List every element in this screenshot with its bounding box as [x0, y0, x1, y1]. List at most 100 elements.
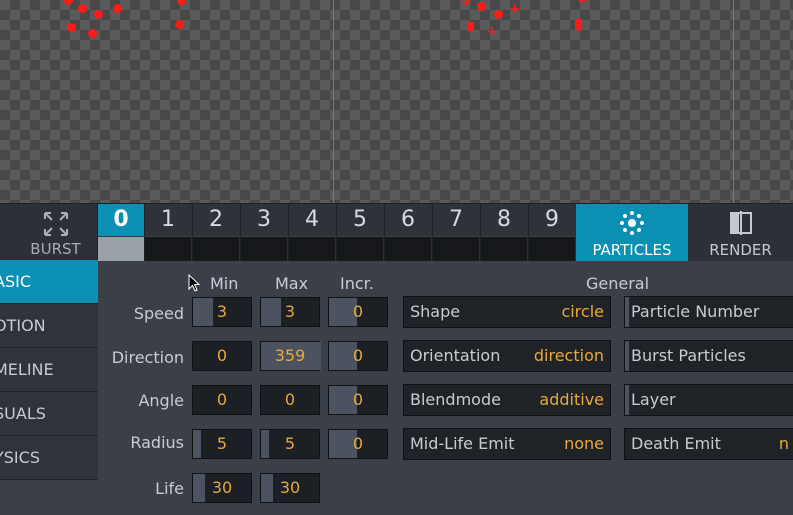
emitter-tab-4[interactable]: 4 — [288, 204, 335, 261]
particle — [467, 22, 474, 31]
emitter-number: 3 — [241, 204, 287, 236]
particle — [494, 10, 503, 19]
emitter-tab-0[interactable]: 0 — [97, 204, 144, 261]
row-label-life: Life — [155, 479, 184, 498]
column-header-max: Max — [275, 274, 309, 293]
orientation-value: direction — [533, 346, 604, 365]
emitter-number: 0 — [98, 204, 144, 236]
particle: + — [509, 1, 521, 17]
emitter-tab-2[interactable]: 2 — [192, 204, 239, 261]
direction-min-field[interactable]: 0 — [192, 341, 252, 371]
emitter-strip — [98, 236, 144, 261]
emitter-strip — [433, 236, 479, 261]
radius-max-field[interactable]: 5 — [260, 429, 320, 459]
emitter-tab-5[interactable]: 5 — [336, 204, 383, 261]
direction-incr-value: 0 — [352, 346, 364, 365]
tab-particles[interactable]: PARTICLES — [576, 204, 688, 261]
emitter-number: 4 — [289, 204, 335, 236]
particle — [88, 29, 97, 38]
category-sidebar: ASIC OTION MELINE SUALS YSICS — [0, 260, 98, 480]
speed-incr-field[interactable]: 0 — [328, 297, 388, 327]
emitter-tab-9[interactable]: 9 — [528, 204, 575, 261]
direction-incr-field[interactable]: 0 — [328, 341, 388, 371]
emitter-tab-3[interactable]: 3 — [240, 204, 287, 261]
particle — [67, 23, 76, 32]
general-header: General — [586, 274, 650, 293]
sidebar-item-physics[interactable]: YSICS — [0, 436, 98, 480]
sidebar-item-visuals[interactable]: SUALS — [0, 392, 98, 436]
render-icon — [729, 211, 752, 235]
blendmode-value: additive — [539, 390, 604, 409]
emitter-number: 8 — [481, 204, 527, 236]
emitter-number: 2 — [193, 204, 239, 236]
radius-incr-field[interactable]: 0 — [328, 429, 388, 459]
sidebar-item-basic[interactable]: ASIC — [0, 260, 98, 304]
row-label-direction: Direction — [111, 348, 184, 367]
column-header-min: Min — [210, 274, 239, 293]
emitter-tab-1[interactable]: 1 — [144, 204, 191, 261]
life-max-value: 30 — [279, 478, 301, 497]
radius-min-value: 5 — [216, 434, 228, 453]
emitter-tab-6[interactable]: 6 — [384, 204, 431, 261]
angle-max-field[interactable]: 0 — [260, 385, 320, 415]
emitter-strip — [529, 236, 575, 261]
emitter-strip — [337, 236, 383, 261]
direction-min-value: 0 — [216, 346, 228, 365]
speed-min-field[interactable]: 3 — [192, 297, 252, 327]
particle-number-label: Particle Number — [631, 302, 760, 321]
angle-incr-field[interactable]: 0 — [328, 385, 388, 415]
emitter-toolbar: BURST 0 1 2 3 4 5 6 7 8 9 PARTICLES REND… — [0, 203, 793, 261]
life-max-field[interactable]: 30 — [260, 473, 320, 503]
blendmode-label: Blendmode — [410, 390, 501, 409]
speed-max-field[interactable]: 3 — [260, 297, 320, 327]
mid-life-emit-select[interactable]: Mid-Life Emit none — [403, 428, 611, 460]
radius-min-field[interactable]: 5 — [192, 429, 252, 459]
emitter-number: 6 — [385, 204, 431, 236]
particles-label: PARTICLES — [592, 241, 672, 259]
divider-line — [333, 0, 334, 203]
particle — [64, 0, 73, 5]
orientation-select[interactable]: Orientation direction — [403, 340, 611, 372]
particles-icon — [620, 211, 644, 235]
sidebar-item-timeline[interactable]: MELINE — [0, 348, 98, 392]
particle — [175, 20, 184, 29]
tab-render[interactable]: RENDER — [688, 204, 793, 261]
particle — [477, 2, 486, 11]
particle: + — [461, 0, 473, 10]
emitter-strip — [289, 236, 335, 261]
angle-min-field[interactable]: 0 — [192, 385, 252, 415]
preview-canvas[interactable]: + + + — [0, 0, 793, 203]
render-label: RENDER — [709, 241, 772, 259]
emitter-strip — [481, 236, 527, 261]
sidebar-item-motion[interactable]: OTION — [0, 304, 98, 348]
blendmode-select[interactable]: Blendmode additive — [403, 384, 611, 416]
layer-label: Layer — [631, 390, 676, 409]
emitter-strip — [145, 236, 191, 261]
burst-button[interactable]: BURST — [14, 204, 97, 261]
layer-field[interactable]: Layer — [624, 384, 793, 416]
row-label-angle: Angle — [138, 391, 184, 410]
angle-min-value: 0 — [216, 390, 228, 409]
particle — [78, 4, 87, 13]
particle — [579, 0, 586, 2]
direction-max-field[interactable]: 359 — [260, 341, 321, 371]
emitter-number: 1 — [145, 204, 191, 236]
particle-number-field[interactable]: Particle Number — [624, 296, 793, 328]
column-header-incr: Incr. — [340, 274, 374, 293]
mid-life-emit-label: Mid-Life Emit — [410, 434, 515, 453]
emitter-number: 5 — [337, 204, 383, 236]
burst-particles-label: Burst Particles — [631, 346, 746, 365]
emitter-tab-7[interactable]: 7 — [432, 204, 479, 261]
emitter-number: 7 — [433, 204, 479, 236]
emitter-tab-8[interactable]: 8 — [480, 204, 527, 261]
row-label-radius: Radius — [130, 433, 184, 452]
death-emit-label: Death Emit — [631, 434, 721, 453]
shape-select[interactable]: Shape circle — [403, 296, 611, 328]
burst-particles-field[interactable]: Burst Particles — [624, 340, 793, 372]
life-min-field[interactable]: 30 — [192, 473, 252, 503]
emitter-number: 9 — [529, 204, 575, 236]
angle-max-value: 0 — [284, 390, 296, 409]
speed-min-value: 3 — [216, 302, 228, 321]
death-emit-select[interactable]: Death Emit n — [624, 428, 793, 460]
mouse-cursor-icon — [188, 274, 200, 292]
